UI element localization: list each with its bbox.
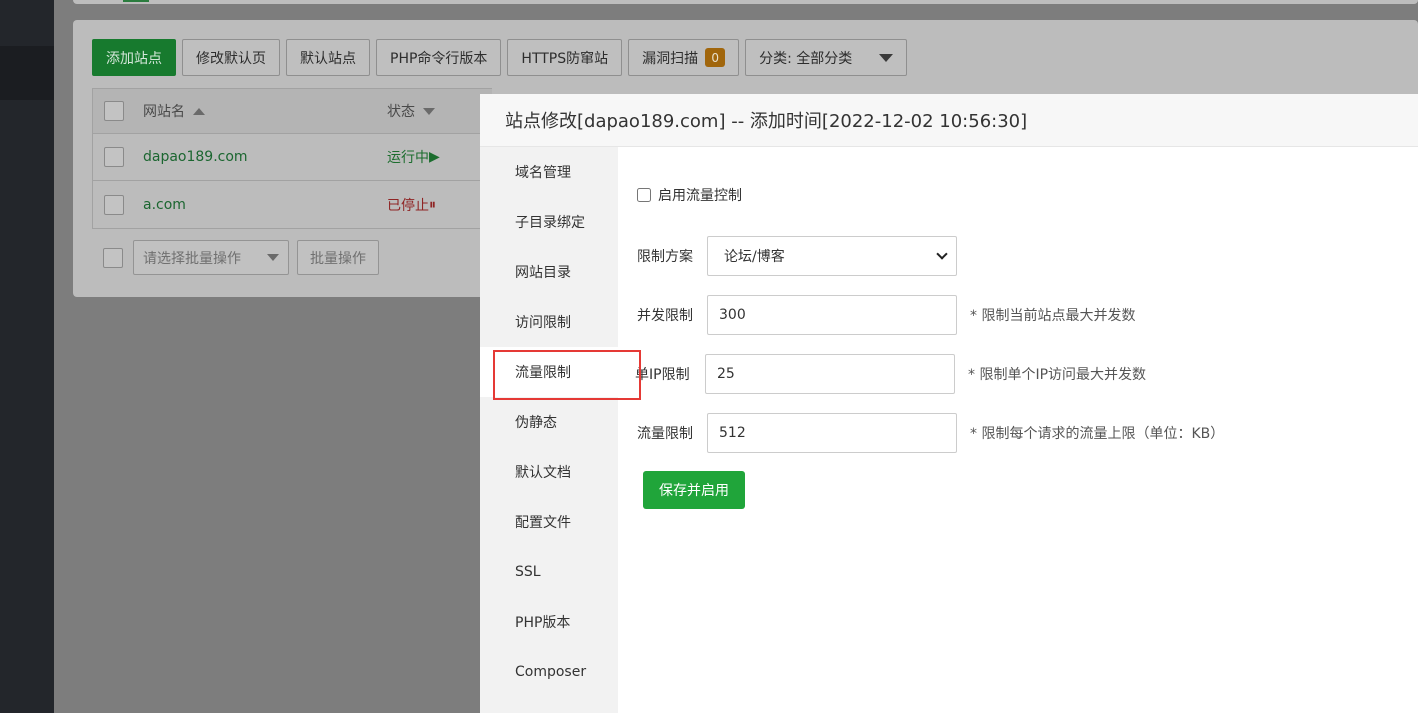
sort-down-icon	[423, 107, 435, 115]
site-table: 网站名 状态 dapao189.com 运行中 ▶ a.com 已停止 ⏸	[92, 88, 492, 229]
chevron-down-icon	[936, 248, 948, 260]
tab-php-version[interactable]: PHP版本	[480, 597, 618, 647]
modify-default-page-button[interactable]: 修改默认页	[182, 39, 280, 76]
modal-title: 站点修改[dapao189.com] -- 添加时间[2022-12-02 10…	[480, 94, 1418, 147]
concurrency-row: 并发限制 300 * 限制当前站点最大并发数	[637, 295, 1135, 335]
bulk-action-button[interactable]: 批量操作	[297, 240, 379, 275]
concurrency-label: 并发限制	[637, 308, 693, 324]
vuln-scan-button[interactable]: 漏洞扫描 0	[628, 39, 740, 76]
site-name-link[interactable]: dapao189.com	[143, 149, 248, 165]
enable-traffic-control-checkbox[interactable]	[637, 188, 651, 202]
left-sidebar	[0, 0, 54, 713]
bulk-actions: 请选择批量操作 批量操作	[92, 240, 379, 275]
plan-select-value: 论坛/博客	[724, 249, 785, 265]
modal-body: 域名管理 子目录绑定 网站目录 访问限制 流量限制 伪静态 默认文档 配置文件 …	[480, 147, 1418, 713]
status-label: 已停止	[387, 197, 429, 214]
plan-row: 限制方案 论坛/博客	[637, 236, 957, 276]
tab-composer[interactable]: Composer	[480, 647, 618, 697]
row-checkbox[interactable]	[104, 147, 124, 167]
tab-default-document[interactable]: 默认文档	[480, 447, 618, 497]
table-row: a.com 已停止 ⏸	[93, 181, 492, 228]
pause-icon: ⏸	[429, 196, 436, 213]
sidebar-active-item[interactable]	[0, 46, 54, 100]
row-checkbox[interactable]	[104, 194, 124, 215]
table-row: dapao189.com 运行中 ▶	[93, 134, 492, 181]
vuln-scan-label: 漏洞扫描	[642, 50, 699, 67]
site-name-link[interactable]: a.com	[143, 197, 186, 213]
bulk-action-placeholder: 请选择批量操作	[143, 250, 241, 267]
header-site-name[interactable]: 网站名	[143, 101, 205, 121]
per-ip-hint: * 限制单个IP访问最大并发数	[968, 367, 1147, 383]
status-stopped[interactable]: 已停止 ⏸	[387, 195, 436, 215]
play-icon: ▶	[429, 149, 440, 165]
select-all-checkbox[interactable]	[104, 101, 124, 121]
plan-label: 限制方案	[637, 249, 693, 265]
https-anti-theft-button[interactable]: HTTPS防窜站	[507, 39, 623, 76]
per-ip-input[interactable]: 25	[705, 354, 955, 394]
tab-config-file[interactable]: 配置文件	[480, 497, 618, 547]
per-ip-label: 单IP限制	[635, 367, 690, 383]
enable-traffic-control-label: 启用流量控制	[658, 188, 742, 204]
concurrency-input[interactable]: 300	[707, 295, 957, 335]
top-card-accent	[123, 0, 149, 2]
tab-traffic-limit[interactable]: 流量限制	[480, 347, 618, 397]
php-cli-version-button[interactable]: PHP命令行版本	[376, 39, 502, 76]
header-status-label: 状态	[387, 104, 415, 120]
status-running[interactable]: 运行中 ▶	[387, 147, 440, 167]
modal-tabs: 域名管理 子目录绑定 网站目录 访问限制 流量限制 伪静态 默认文档 配置文件 …	[480, 147, 618, 713]
concurrency-hint: * 限制当前站点最大并发数	[970, 308, 1136, 324]
default-site-button[interactable]: 默认站点	[286, 39, 370, 76]
tab-ssl[interactable]: SSL	[480, 547, 618, 597]
table-header: 网站名 状态	[93, 89, 492, 134]
vuln-count-badge: 0	[705, 48, 726, 67]
add-site-button[interactable]: 添加站点	[92, 39, 176, 76]
plan-select[interactable]: 论坛/博客	[707, 236, 957, 276]
top-card	[73, 0, 1418, 4]
tab-rewrite[interactable]: 伪静态	[480, 397, 618, 447]
header-site-name-label: 网站名	[143, 104, 185, 120]
traffic-limit-panel: 启用流量控制 限制方案 论坛/博客 并发限制 300 * 限制当前站点最大并发数…	[618, 147, 1418, 713]
tab-site-directory[interactable]: 网站目录	[480, 247, 618, 297]
rate-hint: * 限制每个请求的流量上限（单位：KB）	[970, 426, 1225, 442]
site-edit-modal: 站点修改[dapao189.com] -- 添加时间[2022-12-02 10…	[480, 94, 1418, 713]
enable-traffic-control[interactable]: 启用流量控制	[637, 185, 742, 205]
header-status[interactable]: 状态	[387, 101, 435, 121]
category-select-value: 分类: 全部分类	[759, 50, 853, 67]
status-label: 运行中	[387, 150, 429, 166]
rate-input[interactable]: 512	[707, 413, 957, 453]
toolbar: 添加站点 修改默认页 默认站点 PHP命令行版本 HTTPS防窜站 漏洞扫描 0…	[92, 39, 908, 76]
caret-down-icon	[879, 53, 894, 62]
bulk-select-all-checkbox[interactable]	[103, 247, 123, 268]
tab-access-restriction[interactable]: 访问限制	[480, 297, 618, 347]
per-ip-row: 单IP限制 25 * 限制单个IP访问最大并发数	[635, 354, 1147, 394]
save-and-enable-button[interactable]: 保存并启用	[643, 471, 745, 509]
tab-domain-management[interactable]: 域名管理	[480, 147, 618, 197]
caret-down-icon	[267, 254, 279, 261]
sort-up-icon	[193, 107, 205, 115]
bulk-action-select[interactable]: 请选择批量操作	[133, 240, 289, 275]
rate-label: 流量限制	[637, 426, 693, 442]
rate-row: 流量限制 512 * 限制每个请求的流量上限（单位：KB）	[637, 413, 1224, 453]
tab-subdirectory-binding[interactable]: 子目录绑定	[480, 197, 618, 247]
category-select[interactable]: 分类: 全部分类	[745, 39, 908, 76]
